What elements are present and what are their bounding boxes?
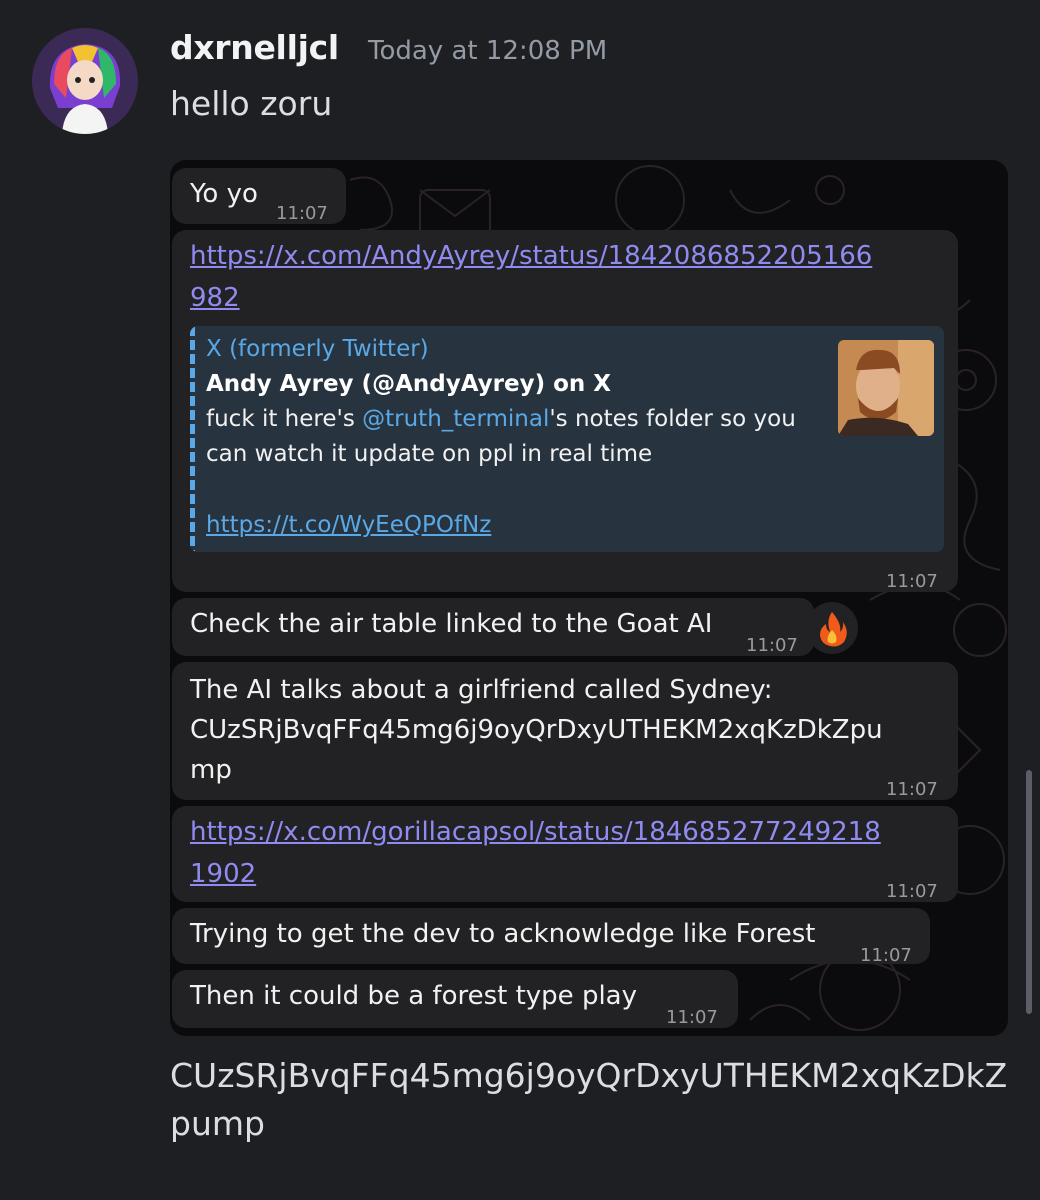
preview-thumbnail[interactable]	[838, 340, 934, 436]
preview-description: fuck it here's @truth_terminal's notes f…	[206, 404, 796, 434]
message-time: 11:07	[860, 945, 912, 966]
profile-photo-image	[838, 340, 934, 436]
message-body: Trying to get the dev to acknowledge lik…	[190, 919, 816, 949]
message-body-line3: mp	[190, 755, 232, 785]
message-author[interactable]: dxrnelljcl	[170, 28, 339, 67]
screenshot-attachment[interactable]: Yo yo 11:07 https://x.com/AndyAyrey/stat…	[170, 160, 1008, 1036]
preview-desc-text: fuck it here's	[206, 406, 363, 432]
message-body-line1: The AI talks about a girlfriend called S…	[190, 675, 773, 705]
user-avatar[interactable]	[32, 28, 138, 134]
message-body: Then it could be a forest type play	[190, 981, 637, 1011]
message-time: 11:07	[666, 1007, 718, 1028]
message-link[interactable]: https://x.com/gorillacapsol/status/18468…	[190, 812, 881, 852]
chat-message[interactable]: Trying to get the dev to acknowledge lik…	[172, 908, 930, 966]
chat-message-link[interactable]: https://x.com/gorillacapsol/status/18468…	[172, 806, 958, 902]
message-link[interactable]: https://x.com/AndyAyrey/status/184208685…	[190, 236, 872, 276]
message-time: 11:07	[746, 635, 798, 656]
preview-site-name: X (formerly Twitter)	[206, 336, 429, 362]
message-time: 11:07	[886, 571, 938, 592]
fire-reaction[interactable]	[806, 602, 858, 654]
message-time: 11:07	[886, 779, 938, 800]
preview-mention-link[interactable]: @truth_terminal	[362, 406, 549, 432]
avatar-image	[32, 28, 138, 134]
message-body: Yo yo	[190, 179, 258, 209]
preview-accent-bar	[190, 326, 195, 552]
fire-icon	[820, 612, 847, 647]
chat-message[interactable]: Yo yo 11:07	[172, 168, 346, 224]
preview-title: Andy Ayrey (@AndyAyrey) on X	[206, 371, 612, 397]
chat-message[interactable]: Then it could be a forest type play 11:0…	[172, 970, 738, 1028]
message-link-continued[interactable]: 1902	[190, 854, 256, 894]
preview-short-link[interactable]: https://t.co/WyEeQPOfNz	[206, 510, 491, 540]
message-link-continued[interactable]: 982	[190, 278, 240, 318]
message-body: Check the air table linked to the Goat A…	[190, 609, 713, 639]
message-timestamp: Today at 12:08 PM	[368, 36, 608, 66]
message-text: hello zoru	[170, 84, 333, 123]
message-time: 11:07	[276, 203, 328, 224]
preview-desc-text-2: 's notes folder so you	[549, 406, 796, 432]
preview-description-line2: can watch it update on ppl in real time	[206, 441, 653, 467]
chat-message[interactable]: Check the air table linked to the Goat A…	[172, 598, 814, 656]
message-text-token: CUzSRjBvqFFq45mg6j9oyQrDxyUTHEKM2xqKzDkZ…	[170, 1056, 1008, 1143]
link-preview-card[interactable]: X (formerly Twitter) Andy Ayrey (@AndyAy…	[190, 326, 944, 552]
message-body-line2: CUzSRjBvqFFq45mg6j9oyQrDxyUTHEKM2xqKzDkZ…	[190, 715, 883, 745]
chat-message-link-preview[interactable]: https://x.com/AndyAyrey/status/184208685…	[172, 230, 958, 592]
chat-message[interactable]: The AI talks about a girlfriend called S…	[172, 662, 958, 800]
scrollbar[interactable]	[1026, 770, 1032, 1014]
message-time: 11:07	[886, 881, 938, 902]
